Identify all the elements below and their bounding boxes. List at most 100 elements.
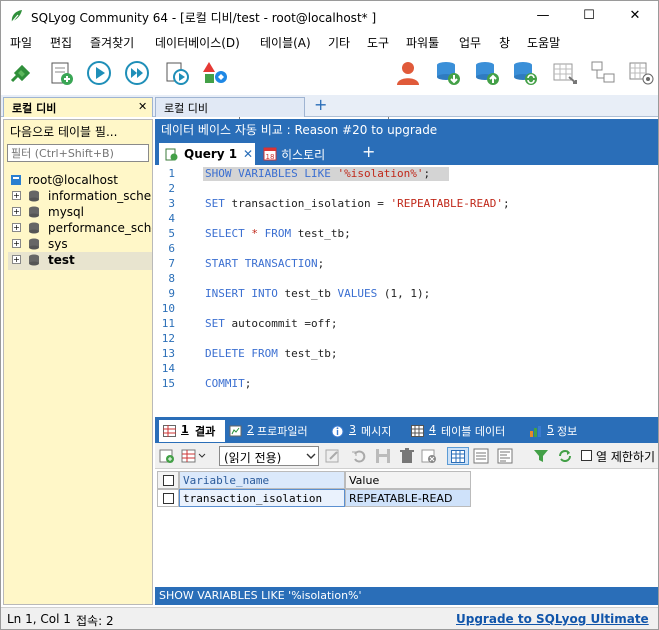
- add-query-tab-button[interactable]: +: [362, 142, 375, 161]
- upgrade-link[interactable]: Upgrade to SQLyog Ultimate: [456, 612, 649, 626]
- tab-messages[interactable]: 3 메시지: [329, 420, 409, 442]
- expand-icon[interactable]: +: [12, 191, 21, 200]
- save-icon[interactable]: [375, 448, 391, 464]
- read-only-select[interactable]: (읽기 전용): [219, 446, 319, 466]
- refresh-icon[interactable]: [557, 448, 573, 464]
- data-grid-tools-icon[interactable]: [627, 59, 655, 87]
- menu-powertools[interactable]: 파워툴: [406, 34, 439, 51]
- table-schema-icon[interactable]: [589, 59, 617, 87]
- table-cell[interactable]: transaction_isolation: [179, 489, 345, 507]
- svg-text:18: 18: [266, 153, 275, 161]
- result-tab-strip: 1 결과 2 프로파일러 3 메시지 4 테이블 데이터 5 정보: [155, 417, 658, 443]
- close-window-button[interactable]: ✕: [612, 1, 658, 31]
- code-token: autocommit =off;: [231, 317, 338, 330]
- expand-icon[interactable]: +: [12, 223, 21, 232]
- cancel-changes-icon[interactable]: [421, 448, 437, 464]
- limit-rows-checkbox[interactable]: [581, 450, 592, 461]
- expand-icon[interactable]: +: [12, 207, 21, 216]
- code-line: COMMIT;: [205, 377, 251, 390]
- new-query-icon[interactable]: [47, 59, 75, 87]
- execute-all-icon[interactable]: [123, 59, 151, 87]
- line-number: 1: [168, 167, 175, 180]
- column-header-variable-name[interactable]: Variable_name: [179, 471, 345, 489]
- read-only-select-value: (읽기 전용): [224, 451, 282, 465]
- user-manager-icon[interactable]: [394, 59, 422, 87]
- tree-item-label: sys: [48, 237, 68, 251]
- query-tab-active[interactable]: Query 1 ✕: [159, 143, 255, 165]
- undo-icon[interactable]: [351, 448, 367, 464]
- tab-profiler[interactable]: 2 프로파일러: [227, 420, 327, 442]
- menu-transaction[interactable]: 업무: [459, 34, 481, 51]
- menu-help[interactable]: 도움말: [527, 34, 560, 51]
- filter-input[interactable]: [7, 144, 149, 162]
- maximize-button[interactable]: ☐: [566, 1, 612, 31]
- text-view-icon[interactable]: [497, 448, 513, 464]
- sqlyog-logo-icon: [11, 10, 22, 23]
- code-token: test_tb;: [297, 227, 351, 240]
- expand-icon[interactable]: +: [12, 255, 21, 264]
- line-number: 4: [168, 212, 175, 225]
- sql-editor[interactable]: 1 SHOW VARIABLES LIKE '%isolation%'; 2 3 SET…: [155, 165, 658, 417]
- grid-view-button[interactable]: [447, 447, 469, 465]
- execute-query-icon[interactable]: [85, 59, 113, 87]
- delete-row-icon[interactable]: [399, 448, 415, 464]
- line-number: 2: [168, 182, 175, 195]
- import-table-icon[interactable]: [551, 59, 579, 87]
- tab-profiler-label: 프로파일러: [257, 425, 308, 438]
- table-cell[interactable]: REPEATABLE-READ: [345, 489, 471, 507]
- insert-row-icon[interactable]: [159, 448, 175, 464]
- upgrade-notice[interactable]: 데이터 베이스 자동 비교 : Reason #20 to upgrade: [155, 119, 658, 139]
- code-token: (1, 1);: [383, 287, 431, 300]
- database-sync-icon[interactable]: [511, 59, 539, 87]
- add-connection-tab-button[interactable]: +: [314, 95, 327, 114]
- menu-database[interactable]: 데이터베이스(D): [155, 34, 240, 51]
- filter-icon[interactable]: [533, 448, 549, 464]
- tab-result[interactable]: 1 결과: [159, 420, 225, 442]
- minimize-button[interactable]: —: [520, 1, 566, 31]
- code-token: SET: [205, 197, 232, 210]
- restore-database-icon[interactable]: [473, 59, 501, 87]
- execute-and-edit-icon[interactable]: [163, 59, 191, 87]
- select-all-cell[interactable]: [157, 471, 179, 489]
- menu-file[interactable]: 파일: [10, 34, 32, 51]
- edit-row-icon[interactable]: [325, 448, 341, 464]
- menu-edit[interactable]: 편집: [50, 34, 72, 51]
- expand-icon[interactable]: +: [12, 239, 21, 248]
- row-select-cell[interactable]: [157, 489, 179, 507]
- line-number: 13: [161, 347, 175, 360]
- close-tab-icon[interactable]: ✕: [138, 100, 147, 113]
- limit-rows-label: 열 제한하기: [596, 450, 656, 464]
- menu-others[interactable]: 기타: [328, 34, 350, 51]
- backup-database-icon[interactable]: [434, 59, 462, 87]
- tab-info-label: 정보: [557, 425, 578, 438]
- menu-tools[interactable]: 도구: [367, 34, 389, 51]
- menu-favorites[interactable]: 즐겨찾기: [90, 34, 134, 51]
- status-bar: Ln 1, Col 1 접속: 2 Upgrade to SQLyog Ulti…: [1, 607, 658, 629]
- tab-table-data[interactable]: 4 테이블 데이터: [409, 420, 519, 442]
- tab-info[interactable]: 5 정보: [527, 420, 587, 442]
- code-token: transaction_isolation =: [231, 197, 391, 210]
- history-tab[interactable]: 18 히스토리: [259, 143, 339, 165]
- row-checkbox[interactable]: [163, 493, 174, 504]
- tab-result-label: 결과: [195, 425, 216, 438]
- column-header-value[interactable]: Value: [345, 471, 471, 489]
- close-tab-icon[interactable]: ✕: [243, 147, 253, 161]
- select-all-checkbox[interactable]: [163, 475, 174, 486]
- grid-view-icon: [451, 450, 465, 463]
- connection-tab-active[interactable]: 로컬 디비 ✕: [3, 97, 153, 117]
- new-connection-icon[interactable]: [6, 59, 34, 87]
- chevron-down-icon: [306, 453, 316, 459]
- schema-designer-icon[interactable]: [201, 59, 229, 87]
- code-token: COMMIT: [205, 377, 245, 390]
- main-toolbar: test: [1, 53, 658, 137]
- tree-item-test[interactable]: + test: [8, 252, 152, 270]
- tree-item-label: performance_schema: [48, 221, 152, 235]
- menu-table[interactable]: 테이블(A): [260, 34, 311, 51]
- menu-window[interactable]: 창: [499, 34, 510, 51]
- connection-tab[interactable]: 로컬 디비: [155, 97, 305, 117]
- column-header-label: Value: [349, 474, 380, 487]
- code-token: test_tb: [284, 287, 338, 300]
- export-menu-icon[interactable]: [181, 448, 207, 464]
- form-view-icon[interactable]: [473, 448, 489, 464]
- tree-root-item[interactable]: root@localhost: [8, 172, 152, 188]
